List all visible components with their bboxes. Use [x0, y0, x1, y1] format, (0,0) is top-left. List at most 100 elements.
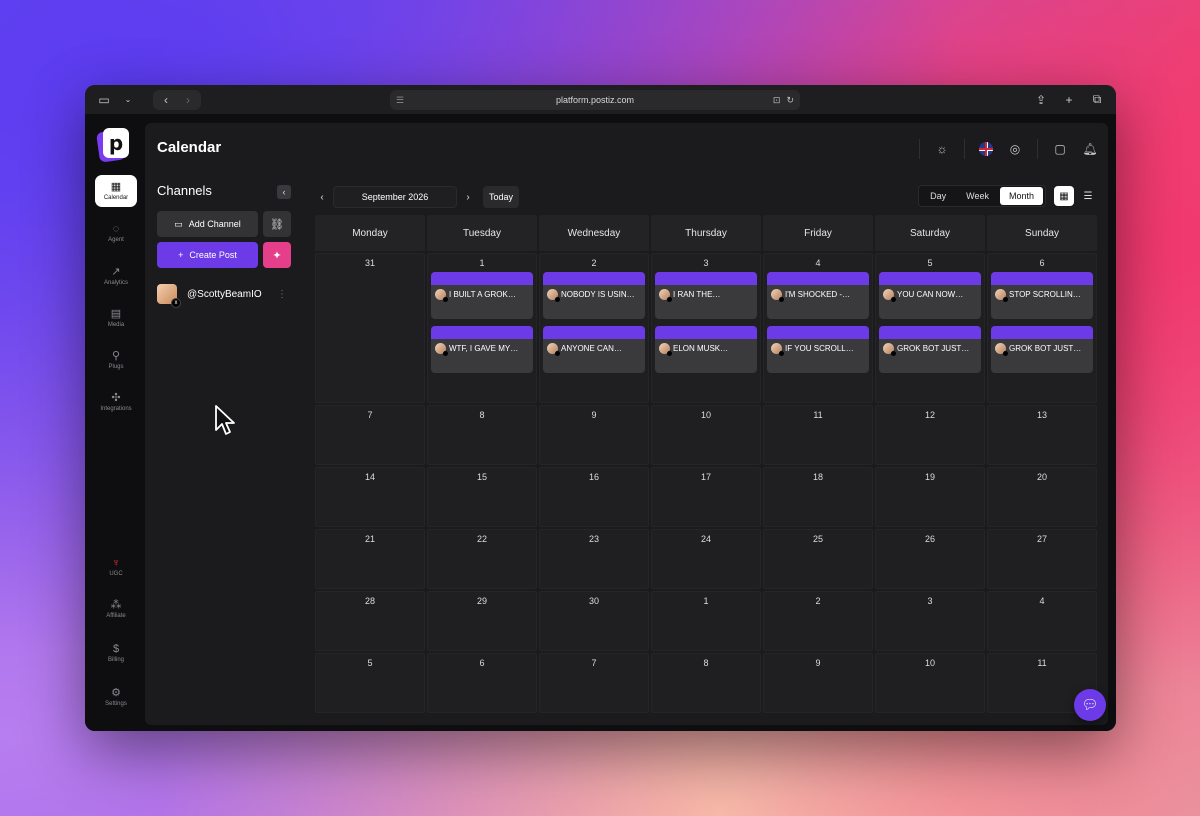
day-cell[interactable]: 13	[987, 405, 1097, 465]
sidebar-item-plugs[interactable]: ⚲ Plugs	[95, 344, 137, 376]
chevron-down-icon[interactable]: ⌄	[119, 91, 137, 109]
day-cell[interactable]: 20	[987, 467, 1097, 527]
share-icon[interactable]: ⇪	[1032, 91, 1050, 109]
today-button[interactable]: Today	[483, 186, 519, 208]
day-cell[interactable]: 2	[763, 591, 873, 651]
post-title: I BUILT A GROK…	[449, 290, 516, 299]
day-cell[interactable]: 31	[315, 253, 425, 403]
day-cell[interactable]: 1 I BUILT A GROK… WTF, I GAVE MY…	[427, 253, 537, 403]
day-cell[interactable]: 29	[427, 591, 537, 651]
postiz-logo[interactable]: p	[96, 127, 130, 163]
day-cell[interactable]: 22	[427, 529, 537, 589]
language-flag-icon[interactable]	[979, 142, 993, 156]
day-cell[interactable]: 26	[875, 529, 985, 589]
day-cell[interactable]: 3 I RAN THE… ELON MUSK…	[651, 253, 761, 403]
post-preview[interactable]: YOU CAN NOW…	[879, 272, 981, 319]
sidebar-item-media[interactable]: ▤ Media	[95, 302, 137, 334]
calendar-view-icon[interactable]: ▦	[1054, 186, 1074, 206]
day-cell[interactable]: 23	[539, 529, 649, 589]
day-cell[interactable]: 9	[763, 653, 873, 713]
sidebar-item-ugc[interactable]: ♆ UGC	[95, 551, 137, 583]
post-preview[interactable]: WTF, I GAVE MY…	[431, 326, 533, 373]
day-cell[interactable]: 6	[427, 653, 537, 713]
list-view-icon[interactable]: ☰	[1078, 186, 1098, 206]
day-cell[interactable]: 10	[651, 405, 761, 465]
reload-icon[interactable]: ↻	[786, 95, 794, 106]
day-cell[interactable]: 19	[875, 467, 985, 527]
view-day-button[interactable]: Day	[921, 187, 955, 205]
link-channel-button[interactable]: ⛓	[263, 211, 291, 237]
url-bar[interactable]: ☰ platform.postiz.com ⊡ ↻	[390, 90, 800, 110]
day-cell[interactable]: 12	[875, 405, 985, 465]
day-cell[interactable]: 5	[315, 653, 425, 713]
day-cell[interactable]: 6 STOP SCROLLIN… GROK BOT JUST…	[987, 253, 1097, 403]
sidebar-item-affiliate[interactable]: ⁂ Affiliate	[95, 593, 137, 625]
sidebar-toggle-icon[interactable]: ▭	[95, 91, 113, 109]
day-cell[interactable]: 17	[651, 467, 761, 527]
day-cell[interactable]: 7	[539, 653, 649, 713]
post-preview[interactable]: ELON MUSK…	[655, 326, 757, 373]
post-preview[interactable]: I'M SHOCKED -…	[767, 272, 869, 319]
more-options-icon[interactable]: ⋮	[277, 289, 287, 300]
day-cell[interactable]: 8	[427, 405, 537, 465]
view-week-button[interactable]: Week	[957, 187, 998, 205]
sidebar-item-agent[interactable]: ◌ Agent	[95, 217, 137, 249]
support-chat-button[interactable]: 💬︎	[1074, 689, 1106, 721]
day-cell[interactable]: 16	[539, 467, 649, 527]
day-cell[interactable]: 24	[651, 529, 761, 589]
sidebar-item-settings[interactable]: ⚙ Settings	[95, 681, 137, 713]
day-cell[interactable]: 28	[315, 591, 425, 651]
channel-account[interactable]: x @ScottyBeamIO ⋮	[157, 282, 291, 308]
sidebar-item-analytics[interactable]: ↗ Analytics	[95, 260, 137, 292]
page-settings-icon[interactable]: ☰	[396, 95, 404, 106]
day-cell[interactable]: 4	[987, 591, 1097, 651]
post-preview[interactable]: IF YOU SCROLL…	[767, 326, 869, 373]
day-cell[interactable]: 18	[763, 467, 873, 527]
back-icon[interactable]: ‹	[157, 91, 175, 109]
next-month-button[interactable]: ›	[461, 186, 475, 208]
day-cell[interactable]: 2 NOBODY IS USIN… ANYONE CAN…	[539, 253, 649, 403]
day-number: 3	[927, 596, 933, 606]
post-preview[interactable]: ANYONE CAN…	[543, 326, 645, 373]
day-cell[interactable]: 25	[763, 529, 873, 589]
day-cell[interactable]: 3	[875, 591, 985, 651]
view-month-button[interactable]: Month	[999, 187, 1043, 205]
sidebar-item-integrations[interactable]: ✣ Integrations	[95, 386, 137, 418]
post-preview[interactable]: I BUILT A GROK…	[431, 272, 533, 319]
collapse-channels-button[interactable]: ‹	[277, 185, 291, 199]
day-cell[interactable]: 30	[539, 591, 649, 651]
previous-month-button[interactable]: ‹	[315, 186, 329, 208]
forward-icon[interactable]: ›	[179, 91, 197, 109]
day-cell[interactable]: 1	[651, 591, 761, 651]
day-cell[interactable]: 21	[315, 529, 425, 589]
post-preview[interactable]: NOBODY IS USIN…	[543, 272, 645, 319]
ai-generate-button[interactable]: ✦	[263, 242, 291, 268]
day-cell[interactable]: 11	[763, 405, 873, 465]
day-cell[interactable]: 27	[987, 529, 1097, 589]
day-number: 11	[1037, 658, 1047, 668]
messages-icon[interactable]: ▢	[1052, 141, 1068, 157]
post-preview[interactable]: I RAN THE…	[655, 272, 757, 319]
post-preview[interactable]: GROK BOT JUST…	[879, 326, 981, 373]
day-cell[interactable]: 15	[427, 467, 537, 527]
add-channel-button[interactable]: ▭ Add Channel	[157, 211, 258, 237]
create-post-button[interactable]: + Create Post	[157, 242, 258, 268]
sidebar-item-calendar[interactable]: ▦ Calendar	[95, 175, 137, 207]
post-preview[interactable]: GROK BOT JUST…	[991, 326, 1093, 373]
day-cell[interactable]: 9	[539, 405, 649, 465]
post-preview[interactable]: STOP SCROLLIN…	[991, 272, 1093, 319]
day-cell[interactable]: 10	[875, 653, 985, 713]
theme-toggle-icon[interactable]: ☼	[934, 141, 950, 157]
day-cell[interactable]: 14	[315, 467, 425, 527]
translate-icon[interactable]: ⊡	[773, 95, 781, 106]
day-cell[interactable]: 5 YOU CAN NOW… GROK BOT JUST…	[875, 253, 985, 403]
notifications-bell-icon[interactable]: 🔔︎	[1082, 141, 1098, 157]
chrome-extension-icon[interactable]: ◎	[1007, 141, 1023, 157]
day-cell[interactable]: 7	[315, 405, 425, 465]
sidebar-item-billing[interactable]: $ Billing	[95, 637, 137, 669]
day-cell[interactable]: 4 I'M SHOCKED -… IF YOU SCROLL…	[763, 253, 873, 403]
day-header: Friday	[763, 215, 873, 251]
tabs-overview-icon[interactable]: ⧉	[1088, 91, 1106, 109]
day-cell[interactable]: 8	[651, 653, 761, 713]
new-tab-icon[interactable]: +	[1060, 91, 1078, 109]
